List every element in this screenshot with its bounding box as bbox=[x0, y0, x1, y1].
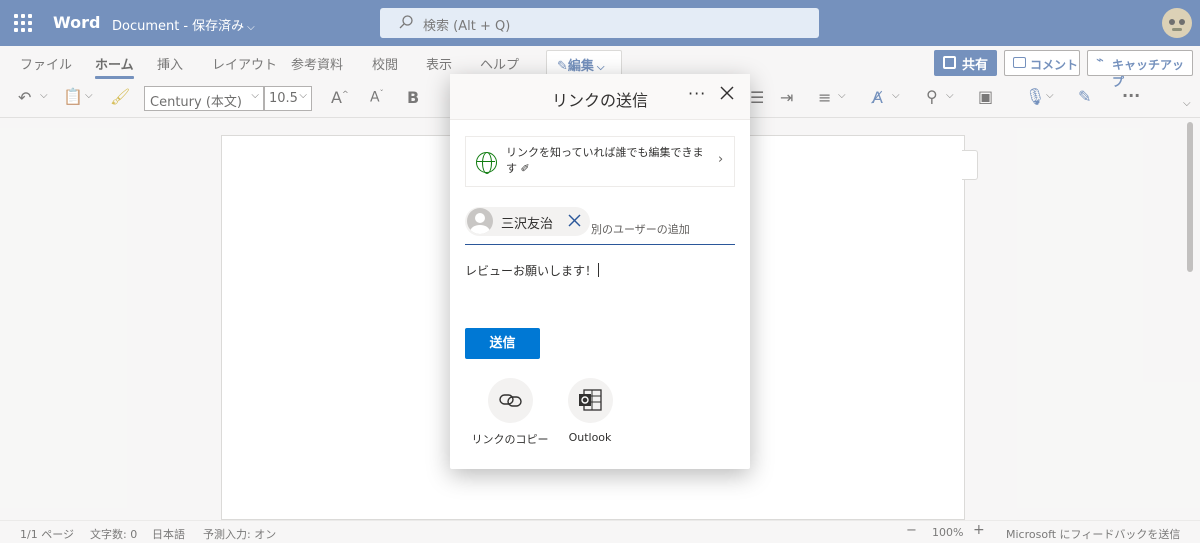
recipient-field[interactable]: 三沢友治 別のユーザーの追加 bbox=[465, 206, 735, 245]
globe-icon bbox=[476, 152, 497, 174]
outlook-icon bbox=[567, 378, 613, 423]
link-settings-button[interactable]: リンクを知っていれば誰でも編集できます ✐ › bbox=[465, 136, 735, 187]
remove-recipient-icon[interactable] bbox=[568, 214, 581, 227]
copy-link-option[interactable]: リンクのコピー bbox=[470, 378, 550, 447]
recipient-chip[interactable]: 三沢友治 bbox=[465, 207, 590, 236]
pencil-icon: ✐ bbox=[520, 162, 530, 175]
link-settings-text: リンクを知っていれば誰でも編集できます ✐ bbox=[506, 145, 706, 177]
outlook-label: Outlook bbox=[568, 431, 612, 444]
person-icon bbox=[467, 208, 493, 234]
send-button[interactable]: 送信 bbox=[465, 328, 540, 359]
link-icon bbox=[487, 378, 533, 423]
dialog-header: リンクの送信 ··· bbox=[450, 74, 750, 120]
add-user-input[interactable]: 別のユーザーの追加 bbox=[591, 221, 690, 237]
copy-link-label: リンクのコピー bbox=[471, 433, 549, 446]
message-text: レビューお願いします！ bbox=[465, 264, 598, 278]
recipient-name: 三沢友治 bbox=[501, 217, 554, 232]
outlook-option[interactable]: Outlook bbox=[550, 378, 630, 444]
message-input[interactable]: レビューお願いします！ bbox=[465, 262, 600, 279]
close-icon[interactable] bbox=[718, 84, 736, 102]
link-settings-label: リンクを知っていれば誰でも編集できます bbox=[506, 146, 704, 175]
more-options-icon[interactable]: ··· bbox=[688, 84, 706, 103]
text-cursor bbox=[598, 263, 600, 277]
dialog-title: リンクの送信 bbox=[552, 91, 649, 110]
send-link-dialog: リンクの送信 ··· リンクを知っていれば誰でも編集できます ✐ › 三沢友治 … bbox=[450, 74, 750, 469]
chevron-right-icon: › bbox=[718, 152, 724, 167]
